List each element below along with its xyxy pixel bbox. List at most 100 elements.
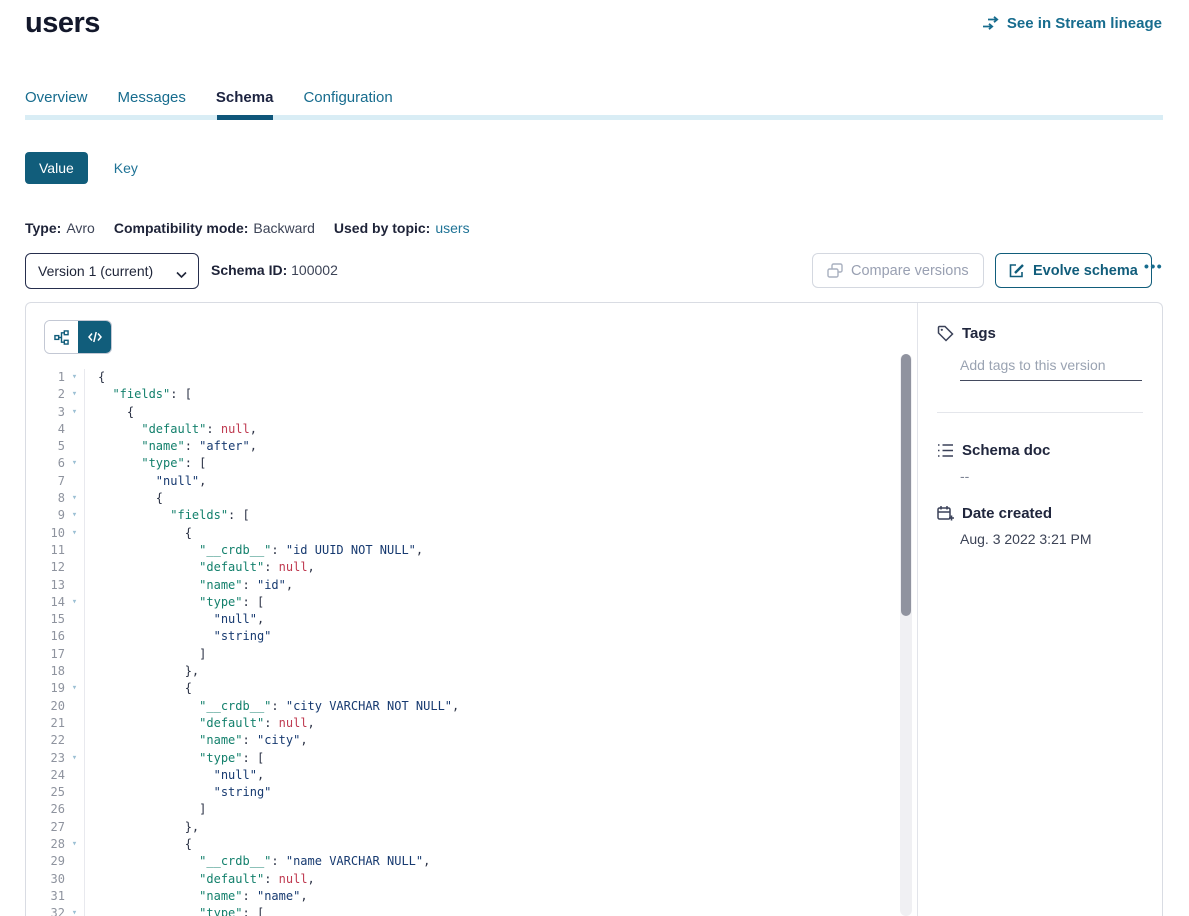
- code-text: "default": null,: [85, 871, 315, 888]
- tab-schema[interactable]: Schema: [216, 89, 274, 106]
- code-text: "string": [85, 628, 271, 645]
- code-text: ]: [85, 801, 206, 818]
- code-text: "name": "city",: [85, 732, 308, 749]
- editor-scrollbar-thumb[interactable]: [901, 354, 911, 616]
- version-select[interactable]: Version 1 (current): [25, 253, 199, 289]
- code-line: 28▾ {: [26, 836, 899, 853]
- meta-used-by-topic-label: Used by topic:: [334, 220, 430, 236]
- meta-type-value: Avro: [66, 220, 95, 236]
- code-line: 5 "name": "after",: [26, 438, 899, 455]
- fold-toggle-icon[interactable]: ▾: [65, 680, 85, 697]
- code-line: 24 "null",: [26, 767, 899, 784]
- line-number: 13: [26, 577, 65, 594]
- page-title: users: [25, 7, 100, 40]
- tab-configuration[interactable]: Configuration: [303, 89, 392, 106]
- compare-versions-button[interactable]: Compare versions: [812, 253, 984, 288]
- schema-id-value: 100002: [291, 262, 338, 278]
- fold-spacer: [65, 888, 85, 905]
- tags-input[interactable]: [960, 357, 1142, 381]
- line-number: 10: [26, 525, 65, 542]
- code-text: ]: [85, 646, 206, 663]
- code-view-button[interactable]: [78, 321, 111, 353]
- code-line: 1▾{: [26, 369, 899, 386]
- code-line: 31 "name": "name",: [26, 888, 899, 905]
- tree-view-button[interactable]: [45, 321, 78, 353]
- code-line: 3▾ {: [26, 404, 899, 421]
- schema-panel: 1▾{2▾ "fields": [3▾ {4 "default": null,5…: [25, 302, 1163, 916]
- fold-toggle-icon[interactable]: ▾: [65, 455, 85, 472]
- code-line: 10▾ {: [26, 525, 899, 542]
- code-line: 7 "null",: [26, 473, 899, 490]
- line-number: 19: [26, 680, 65, 697]
- line-number: 11: [26, 542, 65, 559]
- code-text: "__crdb__": "city VARCHAR NOT NULL",: [85, 698, 459, 715]
- fold-toggle-icon[interactable]: ▾: [65, 750, 85, 767]
- tags-title: Tags: [962, 325, 996, 342]
- fold-toggle-icon[interactable]: ▾: [65, 905, 85, 916]
- code-line: 11 "__crdb__": "id UUID NOT NULL",: [26, 542, 899, 559]
- key-toggle-button[interactable]: Key: [114, 160, 138, 176]
- tree-view-icon: [54, 330, 69, 345]
- fold-spacer: [65, 473, 85, 490]
- code-view-icon: [88, 331, 102, 343]
- fold-toggle-icon[interactable]: ▾: [65, 594, 85, 611]
- stream-lineage-link[interactable]: See in Stream lineage: [982, 15, 1162, 32]
- fold-spacer: [65, 871, 85, 888]
- meta-compatibility-label: Compatibility mode:: [114, 220, 249, 236]
- fold-toggle-icon[interactable]: ▾: [65, 386, 85, 403]
- meta-type: Type: Avro: [25, 220, 95, 236]
- code-text: "name": "name",: [85, 888, 308, 905]
- tab-underline: [25, 115, 1163, 120]
- fold-spacer: [65, 819, 85, 836]
- tab-bar: Overview Messages Schema Configuration: [25, 89, 393, 106]
- schema-id: Schema ID: 100002: [211, 262, 338, 278]
- code-text: "type": [: [85, 594, 264, 611]
- code-line: 29 "__crdb__": "name VARCHAR NULL",: [26, 853, 899, 870]
- fold-toggle-icon[interactable]: ▾: [65, 404, 85, 421]
- more-actions-button[interactable]: •••: [1144, 258, 1163, 274]
- value-toggle-button[interactable]: Value: [25, 152, 88, 184]
- fold-spacer: [65, 853, 85, 870]
- code-text: "null",: [85, 473, 206, 490]
- editor-scrollbar[interactable]: [900, 354, 912, 916]
- schema-editor: 1▾{2▾ "fields": [3▾ {4 "default": null,5…: [26, 303, 917, 916]
- code-line: 22 "name": "city",: [26, 732, 899, 749]
- code-text: "default": null,: [85, 559, 315, 576]
- line-number: 21: [26, 715, 65, 732]
- tab-messages[interactable]: Messages: [118, 89, 186, 106]
- fold-toggle-icon[interactable]: ▾: [65, 369, 85, 386]
- topic-link[interactable]: users: [435, 220, 469, 236]
- evolve-schema-button[interactable]: Evolve schema: [995, 253, 1152, 288]
- line-number: 20: [26, 698, 65, 715]
- code-text: "fields": [: [85, 507, 250, 524]
- tab-overview[interactable]: Overview: [25, 89, 88, 106]
- fold-spacer: [65, 628, 85, 645]
- date-created-value: Aug. 3 2022 3:21 PM: [960, 531, 1142, 547]
- line-number: 26: [26, 801, 65, 818]
- code-text: "__crdb__": "name VARCHAR NULL",: [85, 853, 430, 870]
- editor-view-toggle: [44, 320, 112, 354]
- line-number: 5: [26, 438, 65, 455]
- code-text: {: [85, 680, 192, 697]
- code-line: 17 ]: [26, 646, 899, 663]
- code-line: 21 "default": null,: [26, 715, 899, 732]
- fold-spacer: [65, 559, 85, 576]
- fold-toggle-icon[interactable]: ▾: [65, 836, 85, 853]
- fold-spacer: [65, 577, 85, 594]
- fold-toggle-icon[interactable]: ▾: [65, 490, 85, 507]
- fold-toggle-icon[interactable]: ▾: [65, 525, 85, 542]
- line-number: 17: [26, 646, 65, 663]
- code-line: 26 ]: [26, 801, 899, 818]
- meta-compatibility: Compatibility mode: Backward: [114, 220, 315, 236]
- line-number: 3: [26, 404, 65, 421]
- line-number: 6: [26, 455, 65, 472]
- code-text: "null",: [85, 767, 264, 784]
- code-line: 2▾ "fields": [: [26, 386, 899, 403]
- code-text: "string": [85, 784, 271, 801]
- evolve-schema-label: Evolve schema: [1033, 263, 1138, 279]
- code-text: "type": [: [85, 905, 264, 916]
- line-number: 2: [26, 386, 65, 403]
- fold-toggle-icon[interactable]: ▾: [65, 507, 85, 524]
- fold-spacer: [65, 646, 85, 663]
- fold-spacer: [65, 542, 85, 559]
